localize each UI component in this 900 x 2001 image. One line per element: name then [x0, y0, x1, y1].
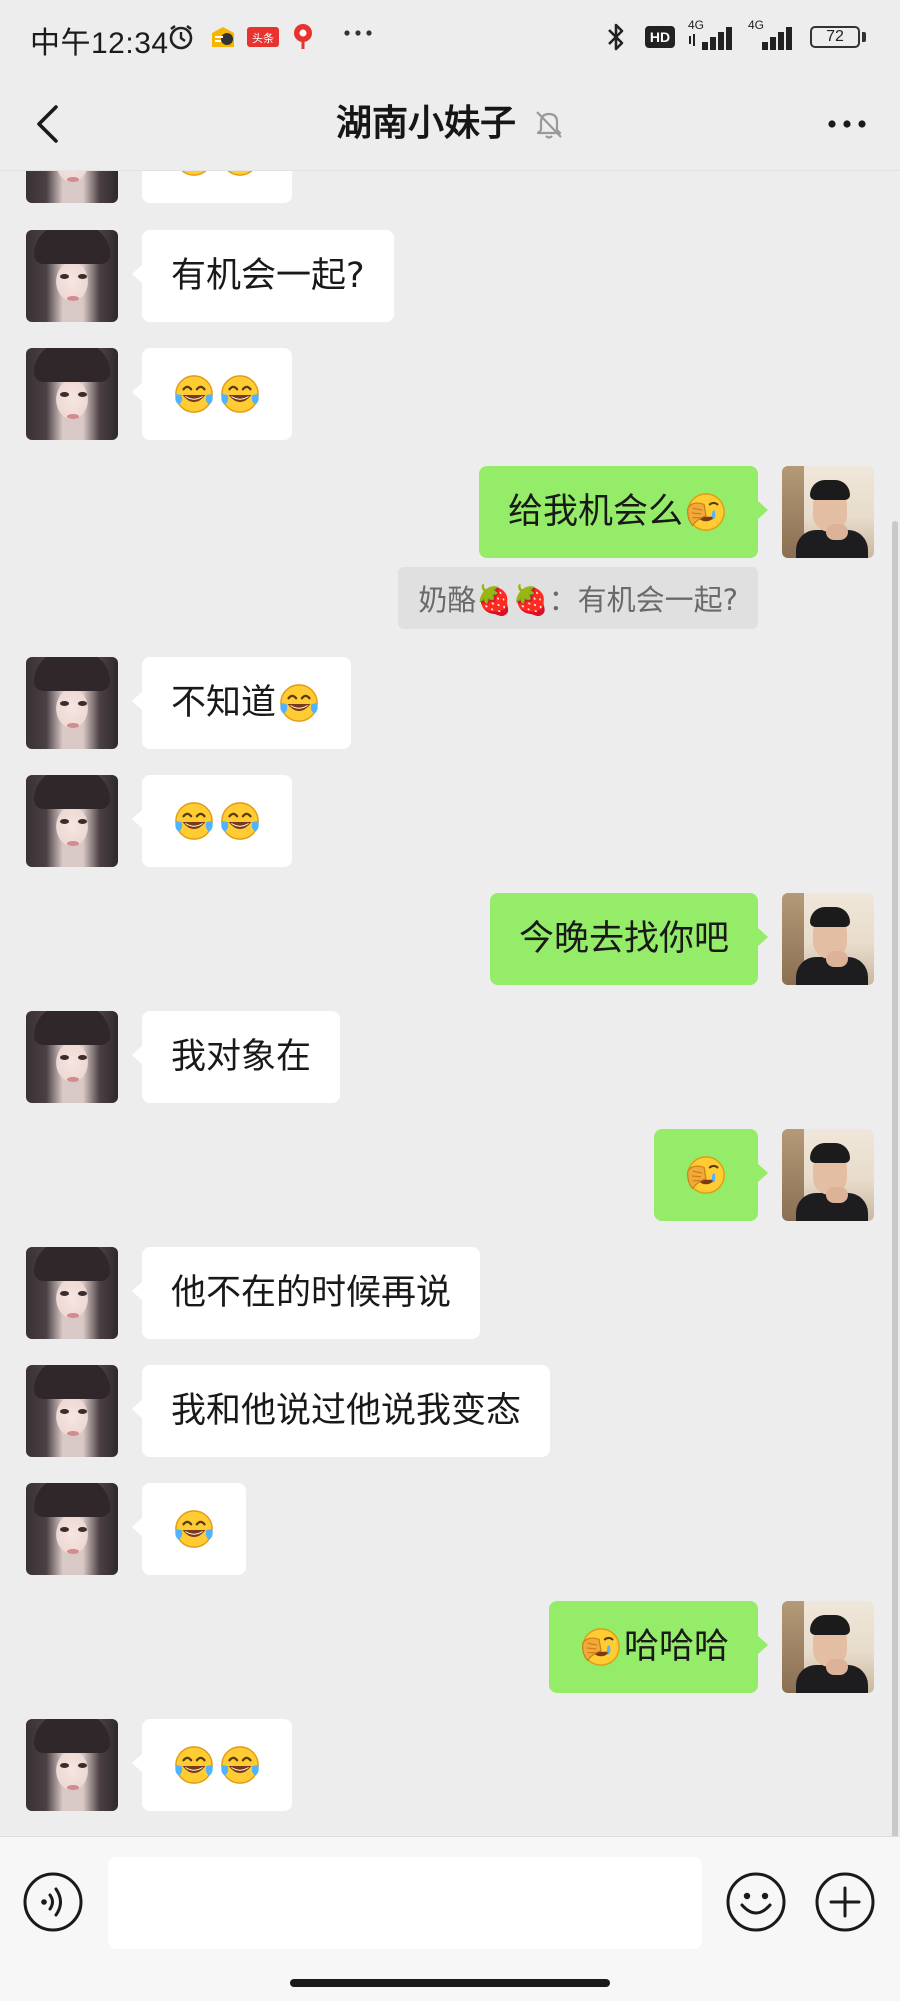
- contact-avatar[interactable]: [26, 1365, 118, 1457]
- message-bubble[interactable]: 我对象在: [131, 1011, 341, 1103]
- facepalm-icon: [685, 1154, 727, 1196]
- alarm-clock-icon: [166, 20, 196, 54]
- message-bubble[interactable]: [132, 1719, 292, 1811]
- contact-avatar[interactable]: [26, 775, 118, 867]
- signal-4g-icon: 4G: [688, 18, 742, 54]
- message-row: 不知道: [0, 657, 900, 749]
- message-row: 他不在的时候再说: [0, 1247, 900, 1339]
- bell-muted-icon: [536, 111, 562, 139]
- message-text: 给我机会么: [507, 491, 683, 532]
- input-bar: [0, 1836, 900, 2001]
- message-bubble[interactable]: 今晚去找你吧: [489, 893, 769, 985]
- message-bubble[interactable]: 哈哈哈: [548, 1601, 769, 1693]
- chat-header: 湖南小妹子: [0, 78, 900, 171]
- my-avatar[interactable]: [782, 466, 874, 558]
- more-dots-icon: [338, 16, 378, 50]
- bluetooth-icon: [602, 20, 630, 54]
- message-bubble[interactable]: 我和他说过他说我变态: [131, 1365, 551, 1457]
- battery-icon: 72: [810, 26, 860, 48]
- more-options-button[interactable]: [816, 96, 878, 152]
- message-bubble[interactable]: [132, 348, 292, 440]
- message-row: [0, 171, 900, 203]
- message-row: [0, 1129, 900, 1221]
- voice-input-button[interactable]: [22, 1871, 84, 1933]
- message-text: 他不在的时候再说: [171, 1272, 452, 1313]
- voice-input-icon: [23, 1872, 83, 1932]
- battery-tip: [862, 32, 866, 42]
- tears-of-joy-icon: [173, 800, 215, 842]
- chat-scrollbar[interactable]: [892, 521, 898, 1836]
- message-row: 哈哈哈: [0, 1601, 900, 1693]
- message-bubble[interactable]: [142, 171, 292, 203]
- message-bubble[interactable]: [132, 1483, 246, 1575]
- contact-avatar[interactable]: [26, 657, 118, 749]
- status-time: 中午12:34: [30, 27, 169, 60]
- message-row: 今晚去找你吧: [0, 893, 900, 985]
- message-bubble[interactable]: 给我机会么: [478, 466, 769, 558]
- home-indicator[interactable]: [290, 1979, 610, 1987]
- hd-volte-icon: HD: [640, 20, 680, 54]
- message-row: [0, 775, 900, 867]
- message-bubble[interactable]: [654, 1129, 768, 1221]
- message-bubble[interactable]: [132, 775, 292, 867]
- quote-row: 奶酪🍓🍓：有机会一起?: [0, 567, 900, 629]
- emoji-smile-icon: [726, 1872, 786, 1932]
- message-text: 今晚去找你吧: [518, 918, 729, 959]
- more-functions-button[interactable]: [814, 1871, 876, 1933]
- message-row: [0, 1483, 900, 1575]
- message-row: 我对象在: [0, 1011, 900, 1103]
- signal-4g-icon: 4G: [748, 18, 802, 54]
- tears-of-joy-icon: [219, 1744, 261, 1786]
- facepalm-icon: [685, 491, 727, 533]
- my-avatar[interactable]: [782, 893, 874, 985]
- my-avatar[interactable]: [782, 1129, 874, 1221]
- tears-of-joy-icon: [173, 1744, 215, 1786]
- tears-of-joy-icon: [219, 171, 261, 178]
- chat-title: 湖南小妹子: [335, 103, 516, 144]
- message-text: 我对象在: [171, 1036, 312, 1077]
- contact-avatar[interactable]: [26, 1483, 118, 1575]
- message-text: 有机会一起?: [171, 255, 365, 296]
- message-bubble[interactable]: 有机会一起?: [132, 230, 394, 322]
- message-row: 我和他说过他说我变态: [0, 1365, 900, 1457]
- message-row: 给我机会么: [0, 466, 900, 558]
- toutiao-icon: 头条: [246, 20, 280, 54]
- quoted-message[interactable]: 奶酪🍓🍓：有机会一起?: [398, 567, 758, 629]
- message-row: [0, 348, 900, 440]
- message-text: 哈哈哈: [623, 1626, 729, 1667]
- chat-title-container: 湖南小妹子: [0, 96, 900, 152]
- facepalm-icon: [580, 1626, 622, 1668]
- app-notification-icon: [208, 20, 238, 54]
- tears-of-joy-icon: [173, 171, 215, 178]
- my-avatar[interactable]: [782, 1601, 874, 1693]
- quoted-text: 奶酪🍓🍓：有机会一起?: [418, 583, 738, 617]
- contact-avatar[interactable]: [26, 1247, 118, 1339]
- tears-of-joy-icon: [173, 1508, 215, 1550]
- message-row: 有机会一起?: [0, 230, 900, 322]
- message-row: [0, 1719, 900, 1811]
- svg-text:头条: 头条: [252, 31, 274, 45]
- message-input[interactable]: [108, 1857, 702, 1949]
- tears-of-joy-icon: [173, 373, 215, 415]
- status-bar: 中午12:34 头条 HD 4G 4G 72: [0, 0, 900, 78]
- plus-circle-icon: [815, 1872, 875, 1932]
- contact-avatar[interactable]: [26, 348, 118, 440]
- message-text: 不知道: [171, 682, 277, 723]
- more-horizontal-icon: [828, 120, 866, 128]
- emoji-button[interactable]: [725, 1871, 787, 1933]
- message-bubble[interactable]: 他不在的时候再说: [131, 1247, 481, 1339]
- tears-of-joy-icon: [219, 800, 261, 842]
- contact-avatar[interactable]: [26, 230, 118, 322]
- message-text: 我和他说过他说我变态: [171, 1390, 522, 1431]
- tears-of-joy-icon: [219, 373, 261, 415]
- contact-avatar[interactable]: [26, 1011, 118, 1103]
- contact-avatar[interactable]: [26, 171, 118, 203]
- map-pin-icon: [290, 20, 316, 54]
- tears-of-joy-icon: [278, 682, 320, 724]
- chat-message-list[interactable]: 有机会一起? 给我机会么 奶酪🍓🍓：有机会一起? 不知道 今晚去找你吧 我对象在…: [0, 171, 900, 1836]
- message-bubble[interactable]: 不知道: [131, 657, 352, 749]
- contact-avatar[interactable]: [26, 1719, 118, 1811]
